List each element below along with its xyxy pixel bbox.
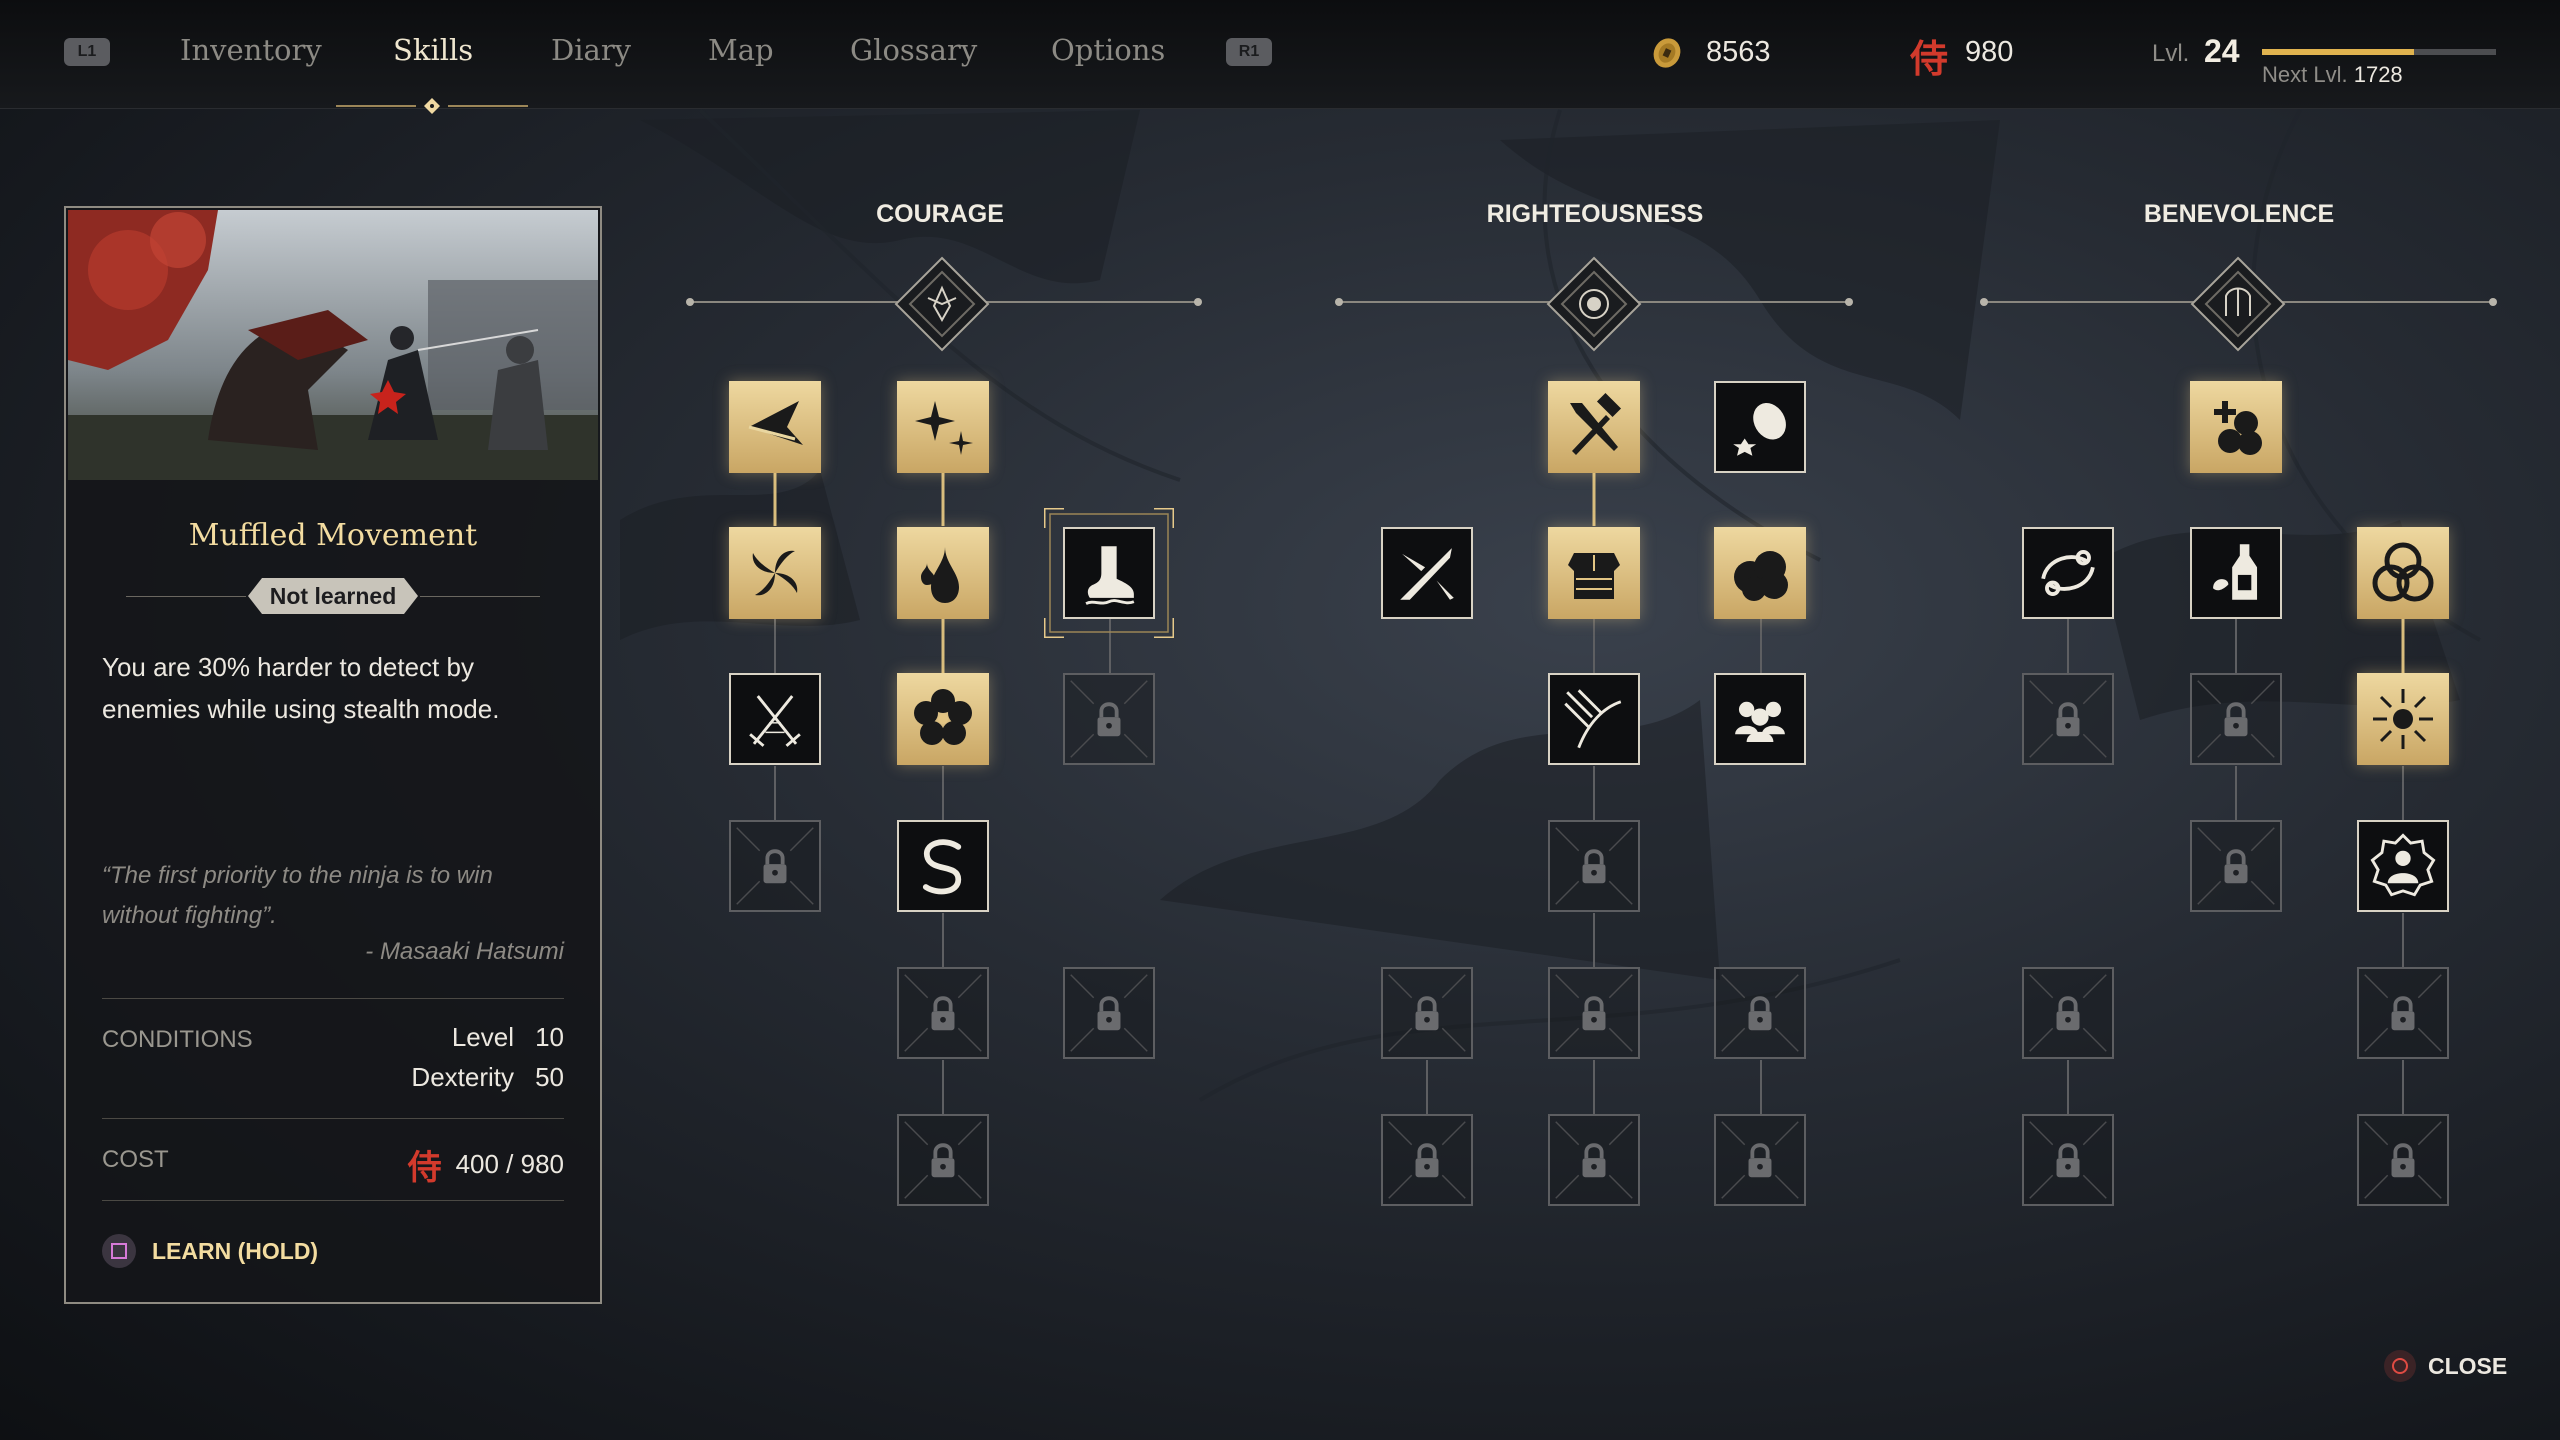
locked-skill-node[interactable] — [2357, 1114, 2449, 1206]
arrow-volley-icon — [1564, 689, 1622, 749]
locked-skill-node[interactable] — [2022, 1114, 2114, 1206]
locked-skill-node[interactable] — [729, 820, 821, 912]
lock-icon — [2197, 680, 2275, 758]
skill-node-courage-5[interactable] — [729, 673, 821, 765]
lock-icon — [2029, 680, 2107, 758]
lock-icon — [1388, 1121, 1466, 1199]
poison-drop-icon — [921, 547, 959, 603]
crossed-tools-icon — [1570, 392, 1622, 455]
circle-button-icon — [2384, 1350, 2416, 1382]
locked-skill-node[interactable] — [2022, 673, 2114, 765]
wind-spiral-icon — [2041, 550, 2095, 596]
locked-skill-node[interactable] — [1381, 967, 1473, 1059]
skill-node-courage-2[interactable] — [897, 381, 989, 473]
broken-blade-icon — [1400, 548, 1454, 600]
skill-node-benevolence-3[interactable] — [2190, 527, 2282, 619]
lock-icon — [1555, 827, 1633, 905]
locked-skill-node[interactable] — [1063, 673, 1155, 765]
benevolence-emblem-icon — [2190, 256, 2286, 352]
skill-node-muffled-movement[interactable] — [1063, 527, 1155, 619]
locked-skill-node[interactable] — [1714, 967, 1806, 1059]
sun-burst-icon — [2373, 689, 2433, 749]
cloud-icon — [1734, 551, 1788, 601]
lock-icon — [1721, 1121, 1799, 1199]
whirlwind-icon — [752, 550, 798, 596]
lock-icon — [1070, 680, 1148, 758]
locked-skill-node[interactable] — [1548, 967, 1640, 1059]
righteousness-emblem-icon — [1546, 256, 1642, 352]
lock-icon — [736, 827, 814, 905]
smoke-bomb-icon — [1733, 403, 1786, 456]
chain-whip-icon — [922, 839, 962, 895]
crossed-swords-icon — [749, 695, 801, 747]
lock-icon — [2029, 974, 2107, 1052]
skill-node-courage-4[interactable] — [897, 527, 989, 619]
locked-skill-node[interactable] — [2357, 967, 2449, 1059]
lock-icon — [1555, 974, 1633, 1052]
locked-skill-node[interactable] — [897, 967, 989, 1059]
locked-skill-node[interactable] — [897, 1114, 989, 1206]
lock-icon — [2029, 1121, 2107, 1199]
group-icon — [1735, 701, 1785, 742]
skill-tree-connectors — [686, 256, 2497, 1114]
lock-icon — [1721, 974, 1799, 1052]
locked-skill-node[interactable] — [1548, 820, 1640, 912]
locked-skill-node[interactable] — [1063, 967, 1155, 1059]
lock-icon — [2364, 974, 2442, 1052]
armor-icon — [1568, 553, 1620, 599]
skill-node-righteousness-4[interactable] — [1548, 527, 1640, 619]
meditation-icon — [2370, 833, 2436, 897]
skill-node-righteousness-3[interactable] — [1381, 527, 1473, 619]
healing-herbs-icon — [2214, 401, 2262, 455]
close-label: CLOSE — [2428, 1352, 2508, 1379]
skill-node-benevolence-1[interactable] — [2190, 381, 2282, 473]
skill-node-courage-1[interactable] — [729, 381, 821, 473]
triquetra-icon — [2372, 542, 2434, 602]
skill-node-courage-3[interactable] — [729, 527, 821, 619]
skill-node-benevolence-5[interactable] — [2357, 673, 2449, 765]
skill-node-righteousness-2[interactable] — [1714, 381, 1806, 473]
locked-skill-node[interactable] — [1548, 1114, 1640, 1206]
skill-node-benevolence-6[interactable] — [2357, 820, 2449, 912]
flower-icon — [914, 689, 972, 745]
skill-node-courage-7[interactable] — [897, 820, 989, 912]
locked-skill-node[interactable] — [1714, 1114, 1806, 1206]
skill-node-courage-6[interactable] — [897, 673, 989, 765]
lock-icon — [1555, 1121, 1633, 1199]
close-button[interactable]: CLOSE — [2384, 1350, 2507, 1382]
courage-emblem-icon — [894, 256, 990, 352]
locked-skill-node[interactable] — [2190, 673, 2282, 765]
skill-node-righteousness-5[interactable] — [1714, 527, 1806, 619]
skill-node-benevolence-2[interactable] — [2022, 527, 2114, 619]
skill-node-benevolence-4[interactable] — [2357, 527, 2449, 619]
lock-icon — [904, 974, 982, 1052]
shuriken-icon — [915, 401, 973, 455]
locked-skill-node[interactable] — [1381, 1114, 1473, 1206]
locked-skill-node[interactable] — [2022, 967, 2114, 1059]
kunai-throw-icon — [748, 401, 803, 445]
skill-node-righteousness-1[interactable] — [1548, 381, 1640, 473]
lock-icon — [1070, 974, 1148, 1052]
sake-bottle-icon — [2213, 544, 2258, 600]
lock-icon — [1388, 974, 1466, 1052]
lock-icon — [904, 1121, 982, 1199]
locked-skill-node[interactable] — [2190, 820, 2282, 912]
foot-step-icon — [1085, 546, 1135, 605]
lock-icon — [2364, 1121, 2442, 1199]
skill-node-righteousness-7[interactable] — [1714, 673, 1806, 765]
lock-icon — [2197, 827, 2275, 905]
skill-node-righteousness-6[interactable] — [1548, 673, 1640, 765]
